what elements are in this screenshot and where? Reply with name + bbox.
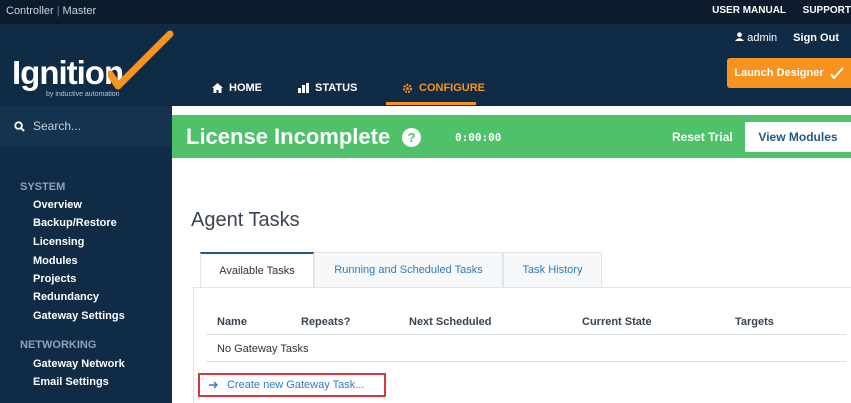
section-networking: NETWORKING <box>20 339 97 351</box>
page-title: Agent Tasks <box>191 209 300 231</box>
logo-tagline: by inductive automation <box>46 91 120 98</box>
search-input[interactable]: Search... <box>33 119 81 133</box>
view-modules-button[interactable]: View Modules <box>745 122 851 152</box>
sidebar-search[interactable]: Search... <box>0 106 172 146</box>
user-icon <box>735 32 745 41</box>
sidebar-item-redundancy[interactable]: Redundancy <box>33 291 99 303</box>
ignition-logo[interactable]: Ignition by inductive automation <box>12 30 174 98</box>
bar-chart-icon <box>298 83 309 93</box>
trial-timer: 0:00:00 <box>455 131 502 144</box>
nav-configure[interactable]: CONFIGURE <box>402 82 485 94</box>
account-area: admin Sign Out <box>735 32 839 44</box>
user-menu[interactable]: admin <box>735 32 777 44</box>
context-controller: Controller <box>6 5 54 17</box>
reset-trial-button[interactable]: Reset Trial <box>672 130 733 144</box>
gear-icon <box>402 83 413 93</box>
column-header-repeats[interactable]: Repeats? <box>301 316 351 328</box>
sidebar-item-email-settings[interactable]: Email Settings <box>33 376 109 388</box>
sidebar-item-backup-restore[interactable]: Backup/Restore <box>33 217 117 229</box>
logo-text: Ignition <box>12 54 124 91</box>
nav-status-label: STATUS <box>315 82 358 94</box>
sidebar-item-modules[interactable]: Modules <box>33 255 78 267</box>
tab-running-scheduled-tasks[interactable]: Running and Scheduled Tasks <box>314 252 503 288</box>
table-divider <box>206 361 846 362</box>
top-strip: Controller | Master USER MANUAL SUPPORT <box>0 0 851 24</box>
column-header-name[interactable]: Name <box>217 316 247 328</box>
launch-designer-label: Launch Designer <box>734 67 824 79</box>
sidebar-item-gateway-settings[interactable]: Gateway Settings <box>33 310 125 322</box>
support-link[interactable]: SUPPORT <box>803 5 851 16</box>
context-master: Master <box>62 5 97 17</box>
home-icon <box>212 83 223 93</box>
search-icon <box>14 120 25 132</box>
empty-table-message: No Gateway Tasks <box>217 343 309 355</box>
create-gateway-task-label: Create new Gateway Task... <box>227 379 365 391</box>
license-banner: License Incomplete ? 0:00:00 Reset Trial… <box>172 115 851 158</box>
nav-home-label: HOME <box>229 82 262 94</box>
license-status-title: License Incomplete <box>186 124 391 149</box>
tab-task-history[interactable]: Task History <box>503 252 602 288</box>
nav-status[interactable]: STATUS <box>298 82 357 94</box>
username: admin <box>747 32 778 44</box>
logo-check-icon <box>108 30 174 90</box>
header: Ignition by inductive automation HOME ST… <box>0 24 851 106</box>
designer-check-icon <box>829 67 844 79</box>
gateway-context: Controller | Master <box>6 5 97 17</box>
sidebar-item-projects[interactable]: Projects <box>33 273 76 285</box>
column-header-next-scheduled[interactable]: Next Scheduled <box>409 316 492 328</box>
launch-designer-button[interactable]: Launch Designer <box>727 58 851 88</box>
create-gateway-task-link[interactable]: Create new Gateway Task... <box>198 373 386 397</box>
help-icon[interactable]: ? <box>402 128 421 147</box>
table-divider <box>206 334 846 335</box>
nav-configure-label: CONFIGURE <box>419 82 485 94</box>
user-manual-link[interactable]: USER MANUAL <box>712 5 786 16</box>
section-system: SYSTEM <box>20 181 66 193</box>
column-header-current-state[interactable]: Current State <box>582 316 652 328</box>
nav-active-indicator <box>386 102 476 105</box>
sidebar-item-overview[interactable]: Overview <box>33 199 82 211</box>
sidebar: Search... SYSTEM Overview Backup/Restore… <box>0 106 172 403</box>
tab-available-tasks[interactable]: Available Tasks <box>200 252 314 288</box>
sidebar-item-licensing[interactable]: Licensing <box>33 236 84 248</box>
sidebar-item-gateway-network[interactable]: Gateway Network <box>33 358 125 370</box>
arrow-right-icon <box>209 381 218 389</box>
column-header-targets[interactable]: Targets <box>735 316 774 328</box>
sign-out-link[interactable]: Sign Out <box>793 32 839 44</box>
nav-home[interactable]: HOME <box>212 82 262 94</box>
